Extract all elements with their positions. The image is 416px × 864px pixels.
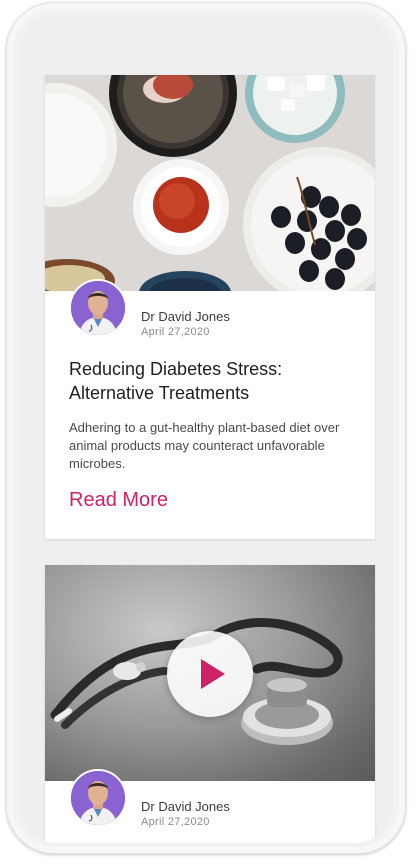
author-row: Dr David Jones April 27,2020 — [45, 279, 375, 355]
article-card[interactable]: Dr David Jones April 27,2020 Reducing Di… — [45, 75, 375, 539]
author-avatar[interactable] — [69, 279, 127, 337]
read-more-link[interactable]: Read More — [69, 489, 168, 512]
article-excerpt: Adhering to a gut-healthy plant-based di… — [69, 420, 340, 471]
food-bowls-photo — [45, 75, 375, 291]
video-card[interactable]: Dr David Jones April 27,2020 — [45, 565, 375, 843]
author-name: Dr David Jones — [141, 799, 230, 814]
article-title[interactable]: Reducing Diabetes Stress: Alternative Tr… — [69, 357, 359, 405]
food-bowls-illustration — [45, 75, 375, 291]
stethoscope-photo — [45, 565, 375, 781]
post-date: April 27,2020 — [141, 326, 210, 338]
post-date: April 27,2020 — [141, 816, 210, 828]
phone-frame: Dr David Jones April 27,2020 Reducing Di… — [6, 2, 406, 854]
play-icon — [201, 659, 225, 689]
author-name: Dr David Jones — [141, 309, 230, 324]
author-row: Dr David Jones April 27,2020 — [45, 769, 375, 843]
play-video-button[interactable] — [167, 631, 253, 717]
doctor-avatar-icon — [71, 281, 125, 335]
phone-screen: Dr David Jones April 27,2020 Reducing Di… — [19, 13, 393, 843]
doctor-avatar-icon — [71, 771, 125, 825]
author-avatar[interactable] — [69, 769, 127, 827]
